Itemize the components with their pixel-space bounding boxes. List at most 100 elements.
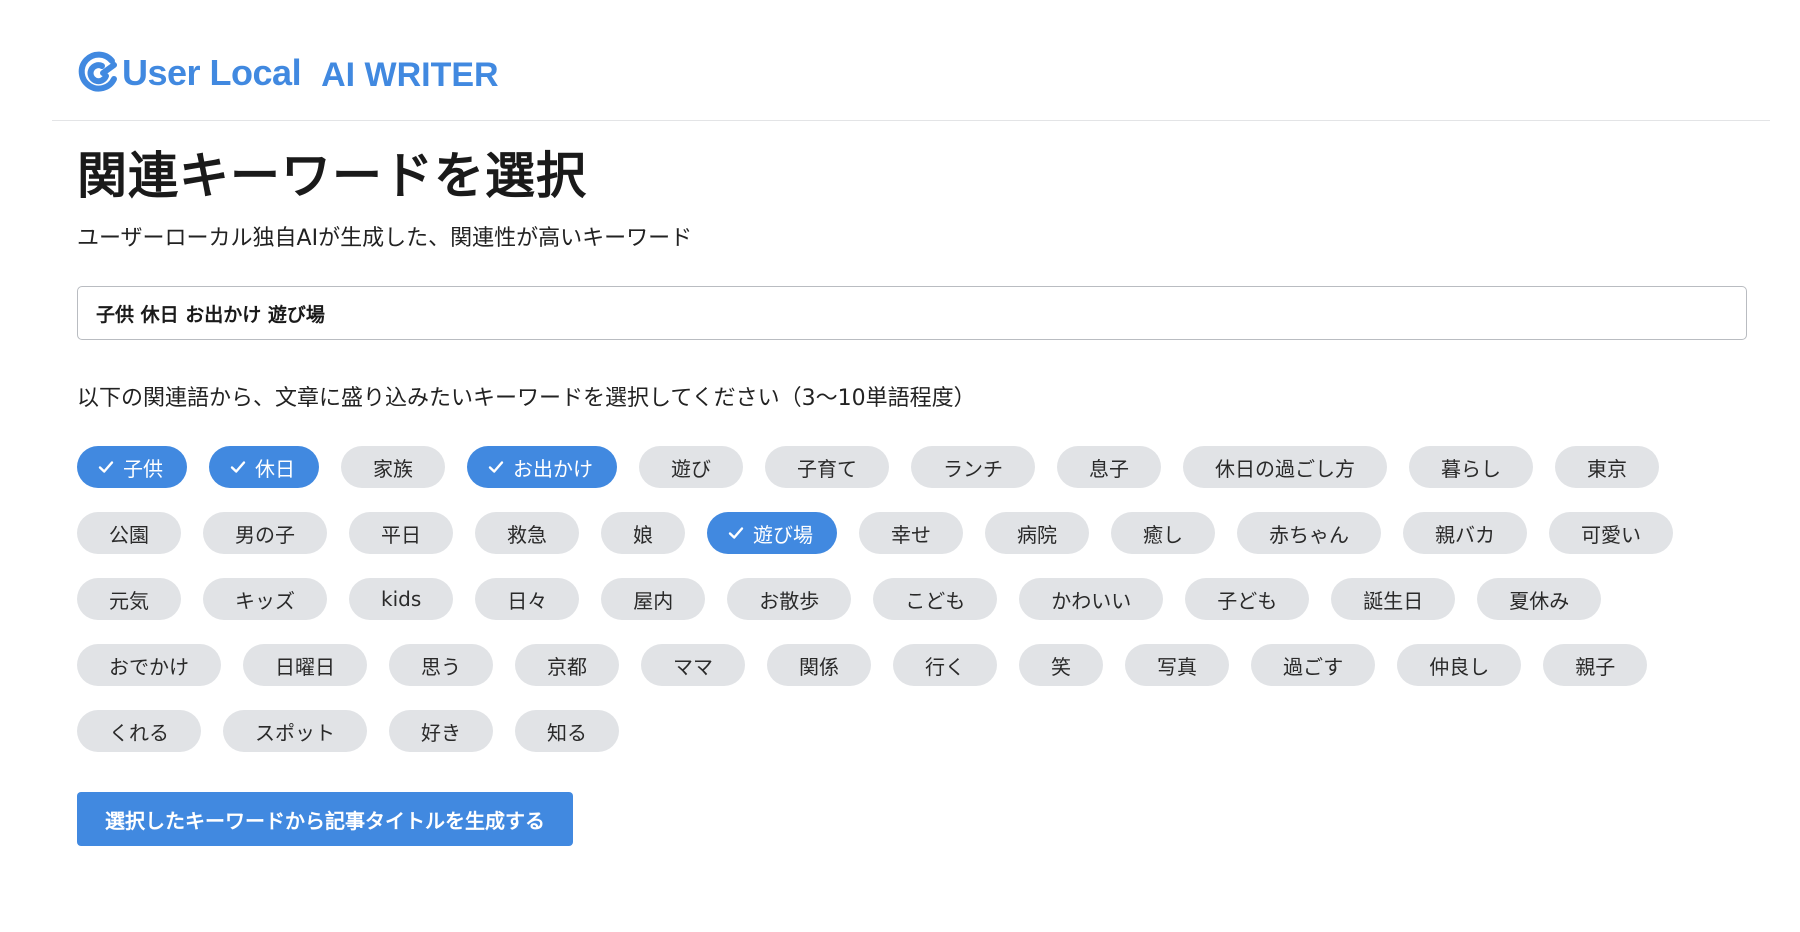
keyword-chip[interactable]: 遊び (639, 446, 743, 488)
keyword-chip-label: 娘 (633, 522, 653, 547)
keyword-chip[interactable]: 癒し (1111, 512, 1215, 554)
keyword-chip[interactable]: 可愛い (1549, 512, 1673, 554)
keyword-chip[interactable]: キッズ (203, 578, 327, 620)
keyword-chip-label: 幸せ (891, 522, 931, 547)
keyword-chip[interactable]: 写真 (1125, 644, 1229, 686)
keyword-chip[interactable]: 病院 (985, 512, 1089, 554)
keyword-chip[interactable]: 幸せ (859, 512, 963, 554)
keyword-chip-label: 休日の過ごし方 (1215, 456, 1355, 481)
keyword-chip-label: 遊び場 (753, 522, 813, 547)
keyword-chip-label: 関係 (799, 654, 839, 679)
keyword-chip-label: おでかけ (109, 654, 189, 679)
keyword-chip-label: 子ども (1217, 588, 1278, 613)
keyword-chip[interactable]: 平日 (349, 512, 453, 554)
keyword-chip-label: 赤ちゃん (1269, 522, 1349, 547)
keyword-chip-label: 夏休み (1509, 588, 1570, 613)
keyword-chip-label: 休日 (255, 456, 295, 481)
generate-title-button[interactable]: 選択したキーワードから記事タイトルを生成する (77, 792, 573, 846)
keyword-chip-label: 男の子 (235, 522, 295, 547)
keyword-chip-label: くれる (109, 720, 169, 745)
keyword-chip-label: ランチ (943, 456, 1003, 481)
keyword-chip[interactable]: 赤ちゃん (1237, 512, 1381, 554)
keyword-query-input[interactable] (77, 286, 1747, 340)
keyword-chip[interactable]: かわいい (1019, 578, 1164, 620)
keyword-chip[interactable]: 日曜日 (243, 644, 367, 686)
keyword-chip-label: かわいい (1051, 588, 1132, 613)
keyword-chip[interactable]: くれる (77, 710, 201, 752)
keyword-chip[interactable]: 京都 (515, 644, 619, 686)
keyword-chip-label: 平日 (381, 522, 421, 547)
keyword-chip[interactable]: 過ごす (1251, 644, 1376, 686)
keyword-chip[interactable]: 元気 (77, 578, 181, 620)
keyword-chip-label: ママ (673, 654, 713, 679)
keyword-chip-label: 救急 (507, 522, 547, 547)
keyword-chip[interactable]: ママ (641, 644, 745, 686)
check-icon (98, 461, 114, 473)
keyword-chip-label: 息子 (1089, 456, 1129, 481)
app-header: User Local AI WRITER (52, 0, 1770, 121)
keyword-chip-label: 親バカ (1435, 522, 1495, 547)
keyword-chip-label: 好き (421, 720, 461, 745)
keyword-chip-label: 過ごす (1283, 654, 1344, 679)
keyword-chip[interactable]: 知る (515, 710, 619, 752)
keyword-chip[interactable]: 好き (389, 710, 493, 752)
keyword-chip-label: 家族 (373, 456, 413, 481)
keyword-chip[interactable]: 行く (893, 644, 997, 686)
keyword-chip-label: 笑 (1051, 654, 1071, 679)
keyword-chip[interactable]: 子ども (1185, 578, 1310, 620)
keyword-chip-list: 子供 休日 家族 お出かけ 遊び 子育て ランチ 息子 休日の過ごし方 暮らし 東京公園 男の子 平日 救… (77, 446, 1767, 776)
keyword-chip-label: 子育て (797, 456, 857, 481)
keyword-chip[interactable]: 公園 (77, 512, 181, 554)
keyword-chip[interactable]: 救急 (475, 512, 579, 554)
keyword-chip[interactable]: 関係 (767, 644, 871, 686)
keyword-chip[interactable]: 仲良し (1397, 644, 1522, 686)
keyword-chip-label: スポット (255, 720, 335, 745)
keyword-chip-label: 子供 (123, 456, 163, 481)
keyword-chip[interactable]: 夏休み (1477, 578, 1602, 620)
check-icon (488, 461, 504, 473)
keyword-chip[interactable]: お出かけ (467, 446, 617, 488)
keyword-chip[interactable]: 親子 (1543, 644, 1648, 686)
keyword-chip[interactable]: 子育て (765, 446, 889, 488)
keyword-chip-label: 行く (925, 654, 965, 679)
keyword-chip[interactable]: おでかけ (77, 644, 221, 686)
keyword-chip-label: 誕生日 (1363, 588, 1424, 613)
keyword-chip[interactable]: 子供 (77, 446, 187, 488)
keyword-chip[interactable]: 休日 (209, 446, 319, 488)
keyword-chip[interactable]: 娘 (601, 512, 685, 554)
keyword-chip[interactable]: 思う (389, 644, 493, 686)
keyword-chip[interactable]: 親バカ (1403, 512, 1527, 554)
keyword-chip-label: お散歩 (759, 588, 820, 613)
keyword-chip[interactable]: こども (873, 578, 998, 620)
keyword-chip-label: 写真 (1157, 654, 1197, 679)
keyword-chip-label: 日曜日 (275, 654, 335, 679)
keyword-chip[interactable]: 遊び場 (707, 512, 837, 554)
keyword-chip-label: 知る (547, 720, 587, 745)
keyword-chip[interactable]: スポット (223, 710, 367, 752)
brand-logo[interactable]: User Local AI WRITER (76, 50, 499, 95)
keyword-chip[interactable]: 笑 (1019, 644, 1103, 686)
keyword-chip[interactable]: 屋内 (601, 578, 706, 620)
keyword-chip[interactable]: ランチ (911, 446, 1035, 488)
keyword-chip[interactable]: 誕生日 (1331, 578, 1456, 620)
keyword-chip[interactable]: 日々 (475, 578, 580, 620)
keyword-chip-label: 日々 (507, 588, 548, 613)
keyword-chip[interactable]: お散歩 (727, 578, 852, 620)
keyword-chip-label: 暮らし (1441, 456, 1501, 481)
main-content: 関連キーワードを選択 ユーザーローカル独自AIが生成した、関連性が高いキーワード… (77, 120, 1747, 846)
check-icon (728, 527, 744, 539)
keyword-chip[interactable]: 家族 (341, 446, 445, 488)
keyword-chip-label: 可愛い (1581, 522, 1641, 547)
keyword-chip[interactable]: 暮らし (1409, 446, 1533, 488)
keyword-chip-label: お出かけ (513, 456, 593, 481)
keyword-chip[interactable]: 男の子 (203, 512, 327, 554)
keyword-chip-label: 親子 (1575, 654, 1616, 679)
keyword-chip[interactable]: 息子 (1057, 446, 1161, 488)
keyword-chip[interactable]: 休日の過ごし方 (1183, 446, 1387, 488)
brand-name: User Local (122, 51, 302, 93)
keyword-chip[interactable]: 東京 (1555, 446, 1659, 488)
keyword-chip[interactable]: kids (349, 578, 454, 620)
selection-instruction: 以下の関連語から、文章に盛り込みたいキーワードを選択してください（3〜10単語程… (77, 386, 976, 411)
keyword-chip-label: 東京 (1587, 456, 1627, 481)
keyword-chip-label: 病院 (1017, 522, 1057, 547)
